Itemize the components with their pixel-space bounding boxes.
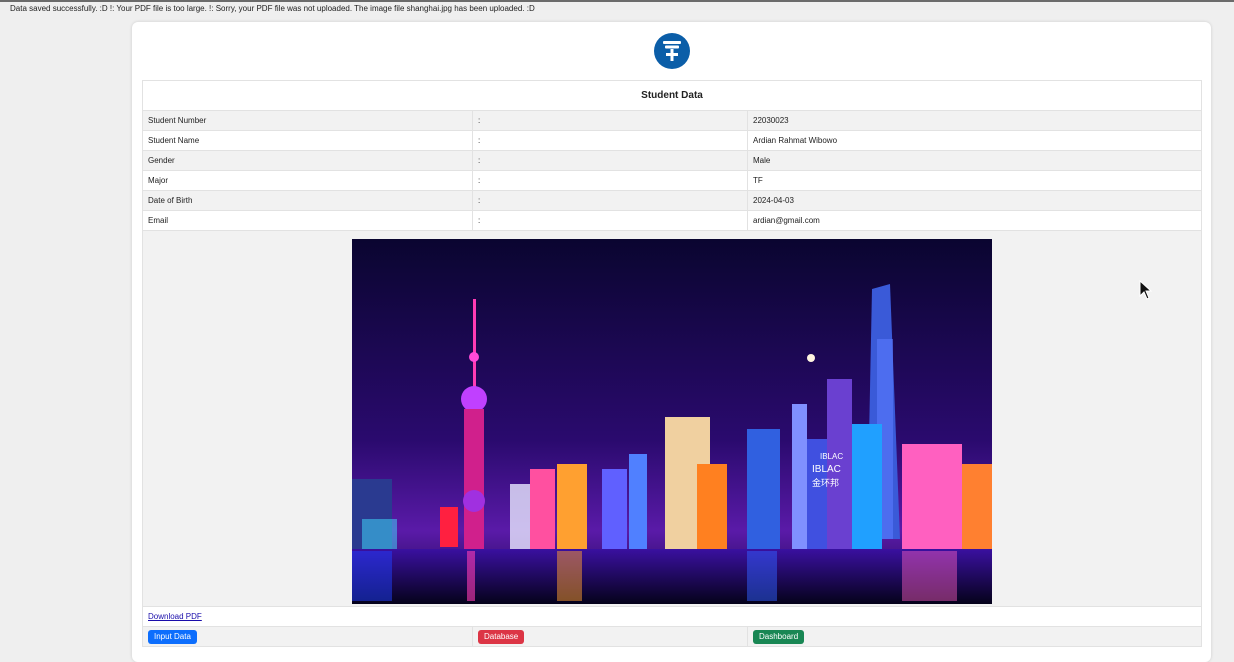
row-separator: : — [472, 210, 748, 231]
row-separator: : — [472, 190, 748, 211]
row-label: Date of Birth — [142, 190, 473, 211]
table-row: Major : TF — [142, 170, 1203, 191]
status-message: Data saved successfully. :D !: Your PDF … — [10, 4, 535, 13]
row-value: ardian@gmail.com — [746, 210, 1203, 231]
row-separator: : — [472, 110, 748, 131]
table-row: Date of Birth : 2024-04-03 — [142, 190, 1203, 211]
table-title: Student Data — [141, 80, 1203, 111]
row-label: Email — [142, 210, 473, 231]
mouse-cursor-icon — [1139, 280, 1153, 300]
input-data-button[interactable]: Input Data — [148, 629, 197, 644]
table-row: Gender : Male — [142, 150, 1203, 171]
row-value: TF — [746, 170, 1203, 191]
table-row: Student Number : 22030023 — [142, 110, 1203, 131]
row-label: Student Number — [142, 110, 473, 131]
row-separator: : — [472, 170, 748, 191]
row-label: Major — [142, 170, 473, 191]
row-value: Male — [746, 150, 1203, 171]
row-value: 2024-04-03 — [746, 190, 1203, 211]
row-value: Ardian Rahmat Wibowo — [746, 130, 1203, 151]
neon-sign: IBLAC — [812, 464, 841, 475]
table-row: Student Name : Ardian Rahmat Wibowo — [142, 130, 1203, 151]
student-photo: IBLAC IBLAC 金环邦 — [352, 238, 992, 604]
dashboard-button[interactable]: Dashboard — [753, 629, 805, 644]
table-row: Download PDF — [141, 606, 1203, 627]
row-label: Gender — [142, 150, 473, 171]
student-data-table: Student Data Student Number : 22030023 S… — [141, 80, 1203, 647]
download-pdf-link[interactable]: Download PDF — [148, 612, 202, 621]
neon-sign: 金环邦 — [812, 477, 839, 489]
window-top-border — [0, 0, 1234, 2]
database-button[interactable]: Database — [478, 629, 525, 644]
university-logo-icon — [654, 33, 690, 69]
photo-cell: IBLAC IBLAC 金环邦 — [141, 230, 1203, 607]
row-separator: : — [472, 130, 748, 151]
row-separator: : — [472, 150, 748, 171]
table-row: Email : ardian@gmail.com — [142, 210, 1203, 231]
neon-sign: IBLAC — [820, 452, 843, 461]
row-label: Student Name — [142, 130, 473, 151]
row-value: 22030023 — [746, 110, 1203, 131]
student-card: Student Data Student Number : 22030023 S… — [132, 22, 1211, 662]
